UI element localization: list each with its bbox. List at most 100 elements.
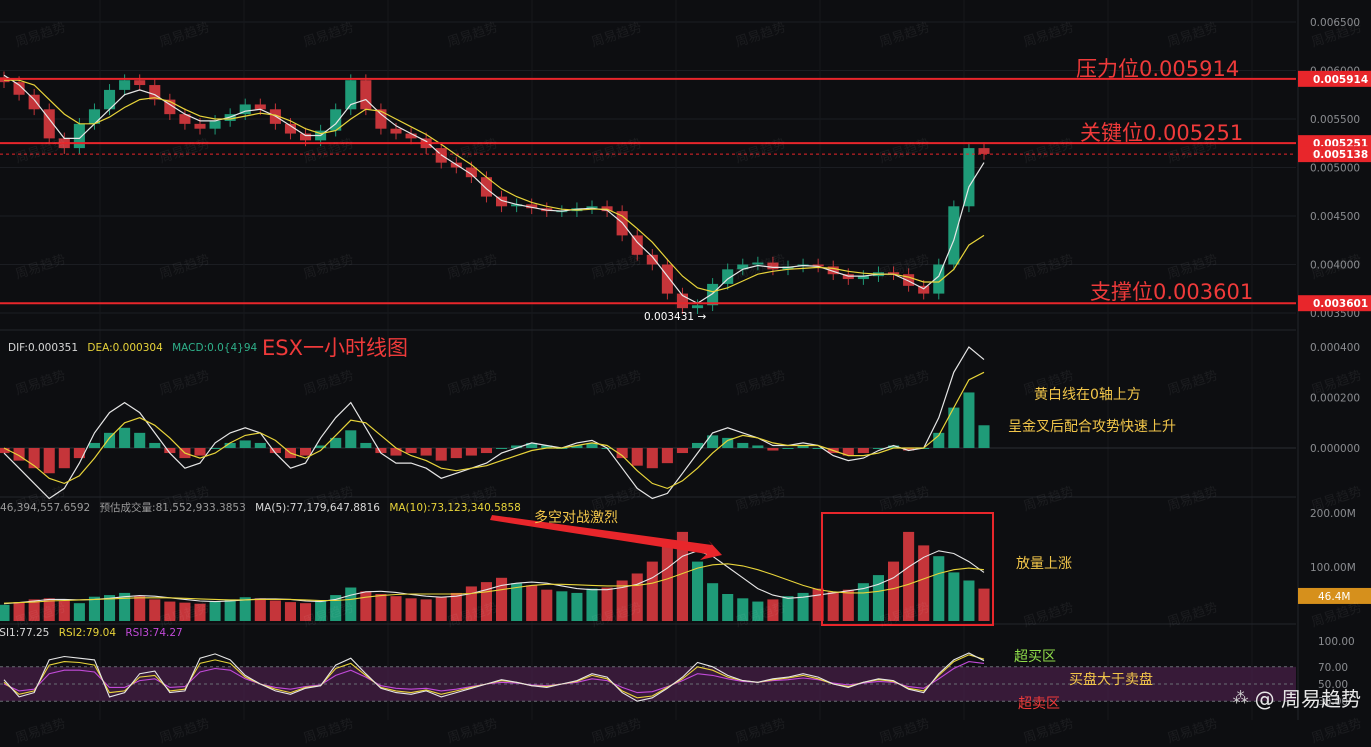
rsi-overbought-label: 超买区 xyxy=(1014,649,1056,665)
macd-histogram-bar xyxy=(254,442,266,448)
candle-body xyxy=(104,89,116,110)
macd-histogram-bar xyxy=(496,448,508,449)
macd-histogram-bar xyxy=(104,432,116,448)
macd-histogram-bar xyxy=(661,448,673,464)
rsi-middle-label: 买盘大于卖盘 xyxy=(1069,672,1153,688)
volume-bar xyxy=(722,594,734,621)
volume-bar xyxy=(511,583,523,621)
chart-stage: 0.0065000.0060000.0055000.0050000.004500… xyxy=(0,0,1371,747)
price-tick-label: 0.004500 xyxy=(1310,211,1360,223)
volume-bar xyxy=(0,604,10,621)
candle-body xyxy=(661,264,673,294)
volume-bar xyxy=(420,599,432,621)
volume-bar xyxy=(73,603,85,621)
macd-histogram-bar xyxy=(58,448,70,469)
brand-text: @ 周易趋势 xyxy=(1254,687,1361,711)
price-tick-label: 0.005500 xyxy=(1310,114,1360,126)
rsi1-value: RSI1:77.25 xyxy=(0,627,50,639)
candle-body xyxy=(209,120,221,129)
macd-dea-line xyxy=(3,371,985,490)
macd-histogram-bar xyxy=(857,448,869,454)
key-level-label: 关键位0.005251 xyxy=(1080,121,1244,145)
chart-title: ESX一小时线图 xyxy=(262,336,408,360)
macd-indicator-values: DIF:0.000351 DEA:0.000304 MACD:0.0{4}94 xyxy=(8,342,263,354)
volume-bar xyxy=(556,591,568,621)
macd-histogram-bar xyxy=(405,448,417,454)
macd-histogram-bar xyxy=(978,425,990,448)
macd-histogram-bar xyxy=(480,448,492,454)
macd-histogram-bar xyxy=(239,440,251,448)
macd-histogram-bar xyxy=(676,448,688,454)
candle-body xyxy=(978,148,990,154)
candle-body xyxy=(375,109,387,129)
volume-bar xyxy=(375,594,387,621)
rsi-tick-label: 100.00 xyxy=(1318,636,1355,648)
macd-note-golden-cross: 呈金叉后配合攻势快速上升 xyxy=(1008,419,1176,435)
macd-histogram-bar xyxy=(360,442,372,448)
candle-body xyxy=(254,104,266,110)
level-badge-text: 0.003601 xyxy=(1313,298,1368,310)
volume-bar xyxy=(948,572,960,621)
volume-bar xyxy=(963,580,975,621)
macd-histogram-bar xyxy=(752,445,764,448)
volume-bar xyxy=(209,601,221,621)
macd-histogram-bar xyxy=(450,448,462,459)
volume-bar xyxy=(224,599,236,621)
macd-histogram-bar xyxy=(465,448,477,456)
volume-bar xyxy=(707,583,719,621)
candle-body xyxy=(194,123,206,129)
volume-bar xyxy=(134,596,146,621)
candle-body xyxy=(692,305,704,309)
macd-histogram-bar xyxy=(390,448,402,456)
candle-body xyxy=(134,80,146,86)
low-price-marker: 0.003431 → xyxy=(644,311,707,323)
volume-bar xyxy=(239,597,251,621)
macd-histogram-bar xyxy=(300,448,312,456)
level-badge-text: 0.005914 xyxy=(1313,74,1368,86)
volume-bar xyxy=(360,591,372,621)
volume-bar xyxy=(390,596,402,621)
volume-bar xyxy=(661,545,673,621)
macd-histogram-bar xyxy=(782,448,794,449)
volume-bar xyxy=(526,585,538,621)
volume-bar xyxy=(269,600,281,621)
macd-histogram-bar xyxy=(119,427,131,448)
candle-body xyxy=(73,123,85,149)
macd-histogram-bar xyxy=(963,392,975,448)
rsi3-value: RSI3:74.27 xyxy=(125,627,183,639)
candle-body xyxy=(119,80,131,90)
brand-logo-icon: ⁂ xyxy=(1232,688,1249,707)
macd-histogram-bar xyxy=(43,448,55,474)
volume-bar xyxy=(827,591,839,621)
macd-histogram-bar xyxy=(420,448,432,456)
rsi-oversold-label: 超卖区 xyxy=(1018,696,1060,712)
volume-note-surge: 放量上涨 xyxy=(1016,556,1072,572)
macd-histogram-bar xyxy=(345,430,357,448)
candle-body xyxy=(300,133,312,141)
volume-bar xyxy=(541,589,553,621)
macd-histogram-bar xyxy=(767,448,779,451)
candle-body xyxy=(948,206,960,265)
resistance-level-label: 压力位0.005914 xyxy=(1076,57,1240,81)
candle-body xyxy=(963,148,975,207)
volume-bar xyxy=(88,596,100,621)
dif-value: DIF:0.000351 xyxy=(8,342,79,354)
macd-histogram-bar xyxy=(134,432,146,448)
macd-histogram-bar xyxy=(88,442,100,448)
volume-bar xyxy=(254,598,266,621)
candle-body xyxy=(707,283,719,306)
rsi-tick-label: 70.00 xyxy=(1318,662,1348,674)
macd-histogram-bar xyxy=(194,448,206,456)
macd-tick-label: 0.000000 xyxy=(1310,443,1360,455)
macd-histogram-bar xyxy=(737,442,749,448)
macd-histogram-bar xyxy=(646,448,658,469)
volume-bar xyxy=(571,592,583,621)
macd-tick-label: 0.000400 xyxy=(1310,342,1360,354)
macd-value: MACD:0.0{4}94 xyxy=(172,342,258,354)
dea-value: DEA:0.000304 xyxy=(87,342,163,354)
macd-histogram-bar xyxy=(631,448,643,466)
brand-badge: ⁂ @ 周易趋势 xyxy=(1233,683,1361,712)
volume-bar xyxy=(692,561,704,621)
candle-body xyxy=(360,80,372,110)
volume-bar xyxy=(978,588,990,621)
